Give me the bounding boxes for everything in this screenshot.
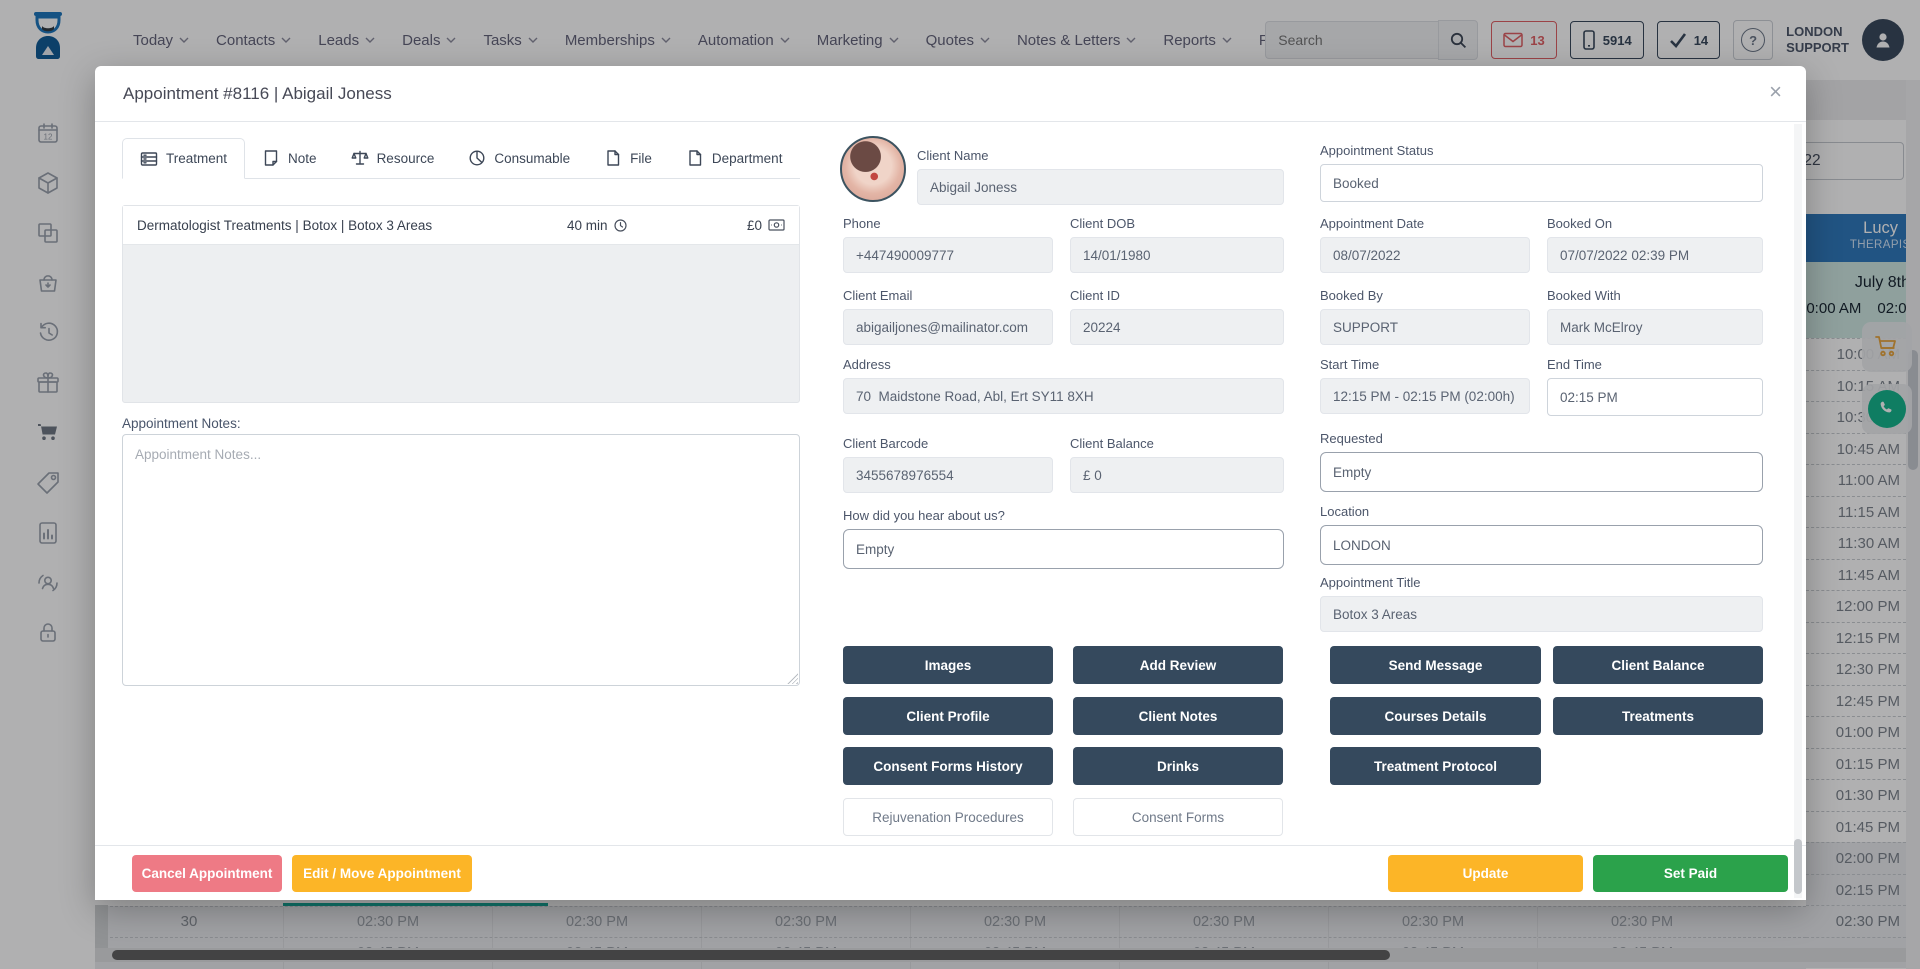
- update-button[interactable]: Update: [1388, 855, 1583, 892]
- booked-with-input[interactable]: [1547, 309, 1763, 345]
- hear-about-select[interactable]: [843, 529, 1284, 569]
- send-message-button[interactable]: Send Message: [1330, 646, 1541, 684]
- tab-label: Treatment: [166, 151, 227, 166]
- duration-value: 40 min: [567, 218, 608, 233]
- modal-footer: Cancel Appointment Edit / Move Appointme…: [95, 845, 1806, 900]
- treatment-rows-icon: [140, 150, 158, 168]
- modal-title: Appointment #8116 | Abigail Joness: [123, 66, 392, 122]
- drinks-button[interactable]: Drinks: [1073, 747, 1283, 785]
- treatment-list: Dermatologist Treatments | Botox | Botox…: [122, 205, 800, 403]
- consent-forms-history-button[interactable]: Consent Forms History: [843, 747, 1053, 785]
- images-button[interactable]: Images: [843, 646, 1053, 684]
- booked-on-input[interactable]: [1547, 237, 1763, 273]
- hear-about-label: How did you hear about us?: [843, 508, 1284, 523]
- tab-file[interactable]: File: [587, 138, 669, 178]
- treatment-name: Dermatologist Treatments | Botox | Botox…: [137, 218, 567, 233]
- tab-consumable[interactable]: Consumable: [451, 138, 587, 178]
- appointment-date-label: Appointment Date: [1320, 216, 1530, 231]
- tab-label: Note: [288, 151, 317, 166]
- add-review-button[interactable]: Add Review: [1073, 646, 1283, 684]
- scales-icon: [351, 149, 369, 167]
- tab-note[interactable]: Note: [245, 138, 334, 178]
- consent-forms-button[interactable]: Consent Forms: [1073, 798, 1283, 836]
- client-id-input[interactable]: [1070, 309, 1284, 345]
- tab-resource[interactable]: Resource: [334, 138, 452, 178]
- treatment-duration: 40 min: [567, 218, 627, 233]
- requested-label: Requested: [1320, 431, 1763, 446]
- address-input[interactable]: [843, 378, 1284, 414]
- booked-with-label: Booked With: [1547, 288, 1763, 303]
- treatment-price: £0: [747, 218, 785, 233]
- banknote-icon: [768, 219, 785, 231]
- clock-icon: [614, 219, 627, 232]
- client-dob-input[interactable]: [1070, 237, 1284, 273]
- location-label: Location: [1320, 504, 1763, 519]
- modal-scrollbar-thumb[interactable]: [1794, 839, 1802, 894]
- tab-label: File: [630, 151, 652, 166]
- modal-header: Appointment #8116 | Abigail Joness ×: [95, 66, 1806, 122]
- client-name-label: Client Name: [917, 148, 1284, 163]
- modal-tabs: Treatment Note Resource Consumable File …: [122, 138, 800, 179]
- client-profile-button[interactable]: Client Profile: [843, 697, 1053, 735]
- price-value: £0: [747, 218, 762, 233]
- treatment-row[interactable]: Dermatologist Treatments | Botox | Botox…: [123, 206, 799, 245]
- appointment-modal: Appointment #8116 | Abigail Joness × Tre…: [95, 66, 1806, 900]
- client-name-input[interactable]: [917, 169, 1284, 205]
- requested-select[interactable]: [1320, 452, 1763, 492]
- pie-icon: [468, 149, 486, 167]
- tab-department[interactable]: Department: [669, 138, 800, 178]
- set-paid-button[interactable]: Set Paid: [1593, 855, 1788, 892]
- courses-details-button[interactable]: Courses Details: [1330, 697, 1541, 735]
- cancel-appointment-button[interactable]: Cancel Appointment: [132, 855, 282, 892]
- phone-input[interactable]: [843, 237, 1053, 273]
- appointment-title-input[interactable]: [1320, 596, 1763, 632]
- rejuvenation-procedures-button[interactable]: Rejuvenation Procedures: [843, 798, 1053, 836]
- booked-on-label: Booked On: [1547, 216, 1763, 231]
- edit-move-appointment-button[interactable]: Edit / Move Appointment: [292, 855, 472, 892]
- end-time-input[interactable]: [1547, 378, 1763, 416]
- start-time-label: Start Time: [1320, 357, 1530, 372]
- note-icon: [262, 149, 280, 167]
- appointment-status-input[interactable]: [1320, 164, 1763, 202]
- treatment-protocol-button[interactable]: Treatment Protocol: [1330, 747, 1541, 785]
- client-balance-label: Client Balance: [1070, 436, 1284, 451]
- client-notes-button[interactable]: Client Notes: [1073, 697, 1283, 735]
- client-email-input[interactable]: [843, 309, 1053, 345]
- appointment-status-label: Appointment Status: [1320, 143, 1763, 158]
- tab-label: Consumable: [494, 151, 570, 166]
- booked-by-label: Booked By: [1320, 288, 1530, 303]
- appointment-notes-label: Appointment Notes:: [122, 416, 241, 431]
- appointment-notes-textarea[interactable]: [122, 434, 800, 686]
- end-time-label: End Time: [1547, 357, 1763, 372]
- client-balance-input[interactable]: [1070, 457, 1284, 493]
- treatments-button[interactable]: Treatments: [1553, 697, 1763, 735]
- phone-label: Phone: [843, 216, 1053, 231]
- client-dob-label: Client DOB: [1070, 216, 1284, 231]
- booked-by-input[interactable]: [1320, 309, 1530, 345]
- file-icon: [686, 149, 704, 167]
- close-icon[interactable]: ×: [1769, 81, 1782, 103]
- tab-label: Department: [712, 151, 783, 166]
- location-select[interactable]: [1320, 525, 1763, 565]
- client-id-label: Client ID: [1070, 288, 1284, 303]
- address-label: Address: [843, 357, 1284, 372]
- client-barcode-label: Client Barcode: [843, 436, 1053, 451]
- modal-scrollbar-track[interactable]: [1794, 124, 1802, 898]
- start-time-input[interactable]: [1320, 378, 1530, 414]
- client-balance-button[interactable]: Client Balance: [1553, 646, 1763, 684]
- client-photo: [840, 136, 906, 202]
- tab-treatment[interactable]: Treatment: [122, 138, 245, 179]
- client-barcode-input[interactable]: [843, 457, 1053, 493]
- appointment-date-input[interactable]: [1320, 237, 1530, 273]
- client-email-label: Client Email: [843, 288, 1053, 303]
- tab-label: Resource: [377, 151, 435, 166]
- appointment-title-label: Appointment Title: [1320, 575, 1763, 590]
- file-icon: [604, 149, 622, 167]
